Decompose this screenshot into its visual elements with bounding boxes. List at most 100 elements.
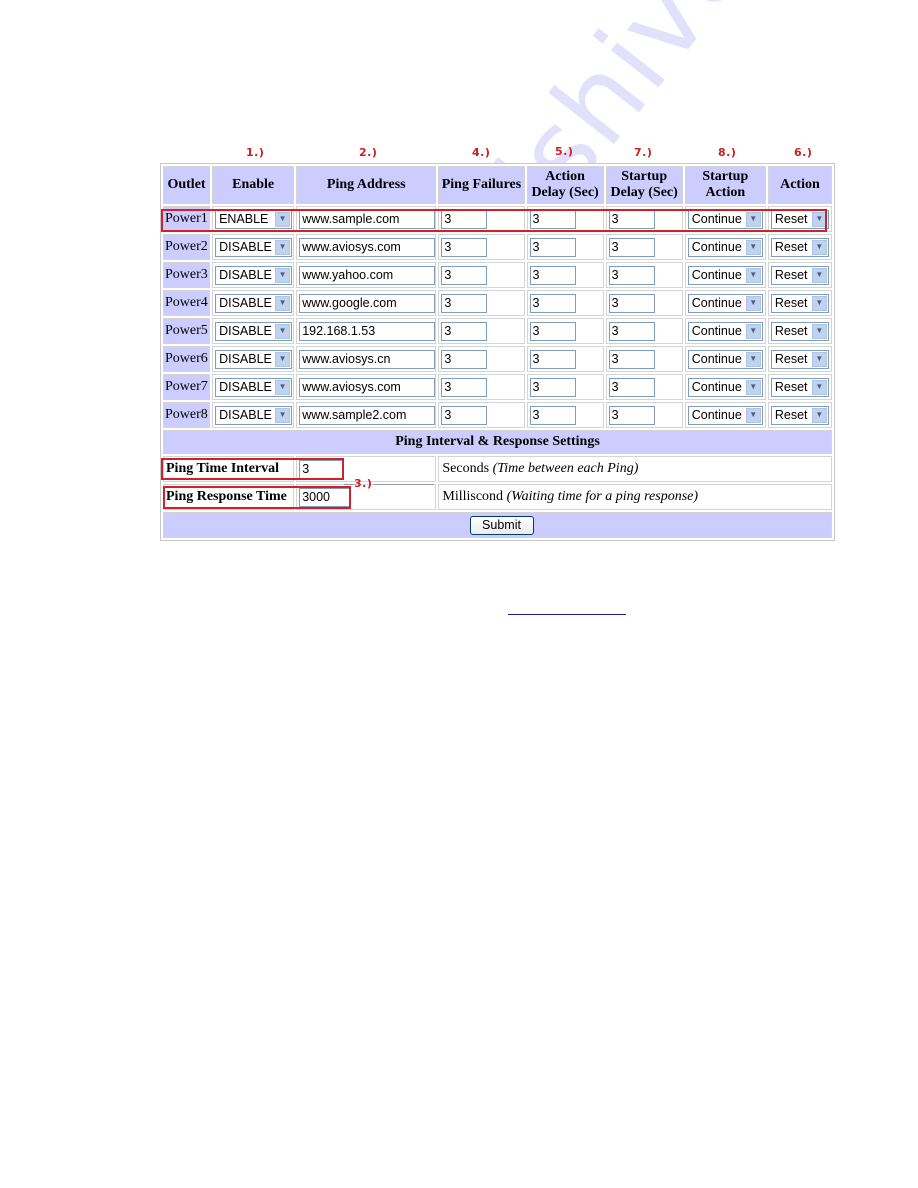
outlet-name: Power7 [163, 374, 211, 400]
startup-action-select[interactable]: Continue ▼ [687, 405, 763, 425]
header-ping-address: Ping Address [296, 166, 437, 204]
ping-failures-cell [438, 318, 525, 344]
action-select[interactable]: Reset ▼ [770, 321, 829, 341]
enable-select[interactable]: DISABLE ▼ [215, 321, 293, 341]
enable-cell: DISABLE ▼ [212, 290, 295, 316]
action-select[interactable]: Reset ▼ [770, 265, 829, 285]
action-delay-input[interactable] [529, 209, 576, 229]
ping-failures-input[interactable] [441, 265, 488, 285]
action-cell: Reset ▼ [767, 374, 832, 400]
enable-cell: DISABLE ▼ [212, 346, 295, 372]
startup-delay-input[interactable] [608, 377, 655, 397]
startup-action-cell: Continue ▼ [684, 402, 766, 428]
startup-action-select[interactable]: Continue ▼ [687, 377, 763, 397]
ping-response-row: Ping Response Time Milliscond (Waiting t… [163, 484, 832, 510]
ping-interval-input[interactable] [299, 459, 345, 479]
ping-failures-input[interactable] [441, 209, 488, 229]
startup-action-select[interactable]: Continue ▼ [687, 237, 763, 257]
enable-select[interactable]: DISABLE ▼ [215, 377, 293, 397]
startup-delay-input[interactable] [608, 321, 655, 341]
ping-address-cell [296, 346, 437, 372]
ping-address-input[interactable] [299, 321, 436, 341]
action-delay-input[interactable] [529, 349, 576, 369]
action-select[interactable]: Reset ▼ [770, 405, 829, 425]
dropdown-arrow-icon: ▼ [745, 239, 761, 255]
ping-failures-input[interactable] [441, 405, 488, 425]
ping-address-input[interactable] [299, 265, 436, 285]
outlet-row: Power3 DISABLE▼ Continue▼ Reset▼ [163, 262, 832, 288]
ping-failures-input[interactable] [441, 321, 488, 341]
ping-address-input[interactable] [299, 237, 436, 257]
ping-interval-label: Ping Time Interval [163, 456, 295, 482]
dropdown-arrow-icon: ▼ [275, 295, 291, 311]
action-delay-input[interactable] [529, 237, 576, 257]
section-title: Ping Interval & Response Settings [163, 430, 832, 454]
ping-address-input[interactable] [299, 209, 436, 229]
action-delay-cell [526, 262, 604, 288]
ping-address-input[interactable] [299, 349, 436, 369]
action-select[interactable]: Reset ▼ [770, 293, 829, 313]
enable-select[interactable]: DISABLE ▼ [215, 265, 293, 285]
annotation-action: 6.) [794, 146, 813, 159]
action-delay-input[interactable] [529, 265, 576, 285]
enable-select[interactable]: DISABLE ▼ [215, 349, 293, 369]
dropdown-arrow-icon: ▼ [275, 407, 291, 423]
ping-failures-input[interactable] [441, 293, 488, 313]
action-value: Reset [774, 296, 808, 310]
dropdown-arrow-icon: ▼ [745, 295, 761, 311]
enable-select[interactable]: ENABLE ▼ [215, 209, 293, 229]
action-select[interactable]: Reset ▼ [770, 237, 829, 257]
action-delay-input[interactable] [529, 377, 576, 397]
ping-address-input[interactable] [299, 293, 436, 313]
ping-failures-input[interactable] [441, 349, 488, 369]
outlet-name: Power4 [163, 290, 211, 316]
startup-action-value: Continue [691, 324, 742, 338]
ping-failures-input[interactable] [441, 377, 488, 397]
enable-select[interactable]: DISABLE ▼ [215, 293, 293, 313]
enable-value: DISABLE [219, 324, 272, 338]
action-select[interactable]: Reset ▼ [770, 349, 829, 369]
startup-delay-input[interactable] [608, 265, 655, 285]
action-delay-input[interactable] [529, 293, 576, 313]
ping-response-input[interactable] [299, 487, 352, 507]
startup-delay-input[interactable] [608, 349, 655, 369]
dropdown-arrow-icon: ▼ [745, 267, 761, 283]
ping-failures-input[interactable] [441, 237, 488, 257]
dropdown-arrow-icon: ▼ [745, 407, 761, 423]
startup-delay-input[interactable] [608, 237, 655, 257]
startup-action-select[interactable]: Continue ▼ [687, 265, 763, 285]
action-select[interactable]: Reset ▼ [770, 209, 829, 229]
dropdown-arrow-icon: ▼ [811, 239, 827, 255]
startup-delay-cell [605, 374, 683, 400]
startup-action-value: Continue [691, 296, 742, 310]
action-select[interactable]: Reset ▼ [770, 377, 829, 397]
startup-delay-input[interactable] [608, 209, 655, 229]
enable-cell: DISABLE ▼ [212, 262, 295, 288]
startup-action-select[interactable]: Continue ▼ [687, 209, 763, 229]
dropdown-arrow-icon: ▼ [811, 211, 827, 227]
enable-select[interactable]: DISABLE ▼ [215, 405, 293, 425]
submit-button[interactable]: Submit [469, 515, 534, 535]
startup-action-select[interactable]: Continue ▼ [687, 321, 763, 341]
enable-select[interactable]: DISABLE ▼ [215, 237, 293, 257]
action-delay-input[interactable] [529, 405, 576, 425]
dropdown-arrow-icon: ▼ [275, 323, 291, 339]
startup-delay-input[interactable] [608, 405, 655, 425]
ping-response-description: Milliscond (Waiting time for a ping resp… [438, 484, 832, 510]
startup-action-select[interactable]: Continue ▼ [687, 293, 763, 313]
startup-action-select[interactable]: Continue ▼ [687, 349, 763, 369]
header-ping-failures: Ping Failures [438, 166, 525, 204]
action-cell: Reset ▼ [767, 234, 832, 260]
enable-cell: DISABLE ▼ [212, 318, 295, 344]
action-delay-cell [526, 318, 604, 344]
dropdown-arrow-icon: ▼ [275, 267, 291, 283]
enable-value: DISABLE [219, 240, 272, 254]
outlet-row: Power7 DISABLE▼ Continue▼ Reset▼ [163, 374, 832, 400]
link[interactable] [508, 604, 626, 615]
action-delay-input[interactable] [529, 321, 576, 341]
ping-address-input[interactable] [299, 377, 436, 397]
startup-delay-input[interactable] [608, 293, 655, 313]
ping-address-input[interactable] [299, 405, 436, 425]
dropdown-arrow-icon: ▼ [745, 211, 761, 227]
ping-failures-cell [438, 206, 525, 232]
